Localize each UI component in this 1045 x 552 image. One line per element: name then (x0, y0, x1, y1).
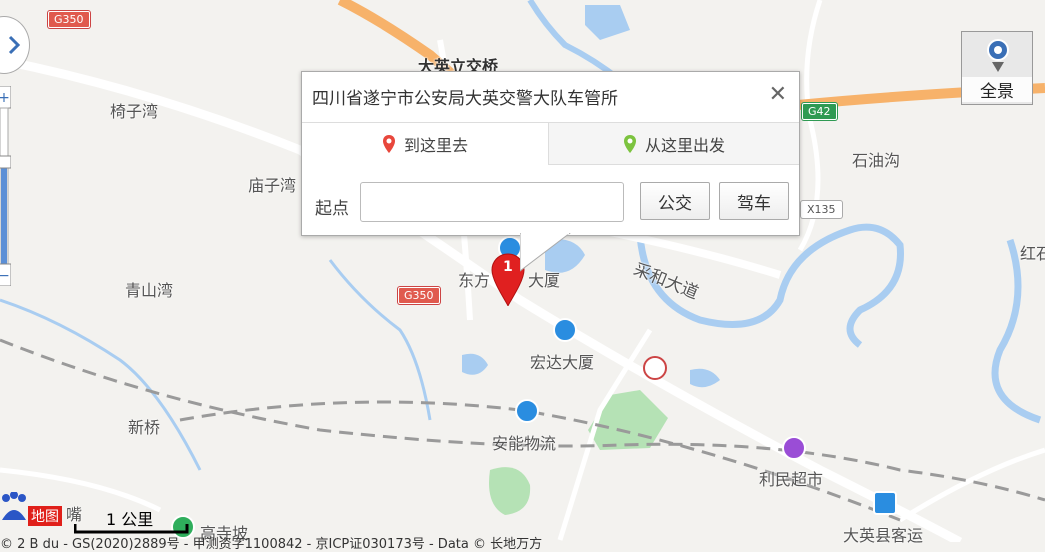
marker-label: 1 (503, 259, 513, 275)
park-area (588, 390, 668, 450)
river (328, 259, 432, 421)
building-icon[interactable] (553, 318, 577, 342)
water-body (462, 353, 488, 375)
river (0, 298, 202, 471)
zoom-slider[interactable]: + − (0, 86, 11, 286)
popup-pointer (520, 233, 571, 272)
label-limin: 利民超市 (759, 470, 824, 489)
water-body (690, 368, 720, 388)
road-shield-g350: G350 (398, 287, 440, 304)
panorama-label: 全景 (962, 77, 1032, 102)
panorama-pin-icon (987, 39, 1009, 72)
panorama-button[interactable]: 全景 (961, 31, 1033, 105)
tab-route-from-here[interactable]: 从这里出发 (549, 122, 799, 165)
shopping-cart-icon[interactable] (782, 436, 806, 460)
zoom-in-icon: + (0, 90, 10, 106)
popup-title: 四川省遂宁市公安局大英交警大队车管所 (312, 89, 618, 109)
label-yizi: 椅子湾 (110, 102, 159, 121)
railway (179, 400, 901, 522)
transit-button[interactable]: 公交 (640, 182, 710, 220)
baidu-logo: 地图 (2, 492, 62, 526)
close-icon[interactable]: ✕ (769, 82, 787, 107)
label-hong: 红石 (1020, 244, 1045, 263)
label-keyun: 大英县客运 (843, 526, 924, 545)
start-label: 起点 (315, 199, 349, 219)
tab-from-label: 从这里出发 (644, 135, 725, 155)
label-dongfang: 东方 (458, 271, 491, 290)
copyright: © 2 B du - GS(2020)2889号 - 甲测资字1100842 -… (0, 537, 543, 552)
label-qingshan: 青山湾 (125, 281, 174, 300)
river (991, 238, 1042, 424)
road (599, 226, 782, 279)
bank-icon[interactable] (643, 356, 667, 380)
truck-icon[interactable] (515, 399, 539, 423)
label-zui: 嘴 (66, 505, 83, 524)
drive-button[interactable]: 驾车 (719, 182, 789, 220)
label-miaozi: 庙子湾 (248, 176, 297, 195)
map-pin-icon (623, 134, 636, 153)
label-xinqiao: 新桥 (128, 418, 161, 437)
logo-text: 地图 (31, 509, 59, 525)
tab-go-label: 到这里去 (403, 136, 468, 155)
start-point-input[interactable] (360, 182, 624, 222)
label-anneng: 安能物流 (492, 434, 557, 453)
bus-station-icon[interactable] (873, 491, 897, 515)
label-hongda: 宏达大厦 (530, 353, 595, 372)
road (898, 447, 1045, 523)
info-window: 四川省遂宁市公安局大英交警大队车管所 ✕ 到这里去 从这里出发 起点 公交 驾车 (301, 71, 800, 236)
water-body (585, 5, 630, 40)
park-area (489, 467, 531, 515)
label-shiyou: 石油沟 (852, 151, 901, 170)
road-shield-x135: X135 (801, 201, 842, 218)
road-shield-g42: G42 (802, 103, 837, 120)
tab-route-to-here[interactable]: 到这里去 (302, 122, 549, 165)
road-shield-g350: G350 (48, 11, 90, 28)
zoom-out-icon: − (0, 268, 10, 284)
map-pin-icon (382, 135, 395, 153)
chevron-right-icon (8, 35, 21, 55)
